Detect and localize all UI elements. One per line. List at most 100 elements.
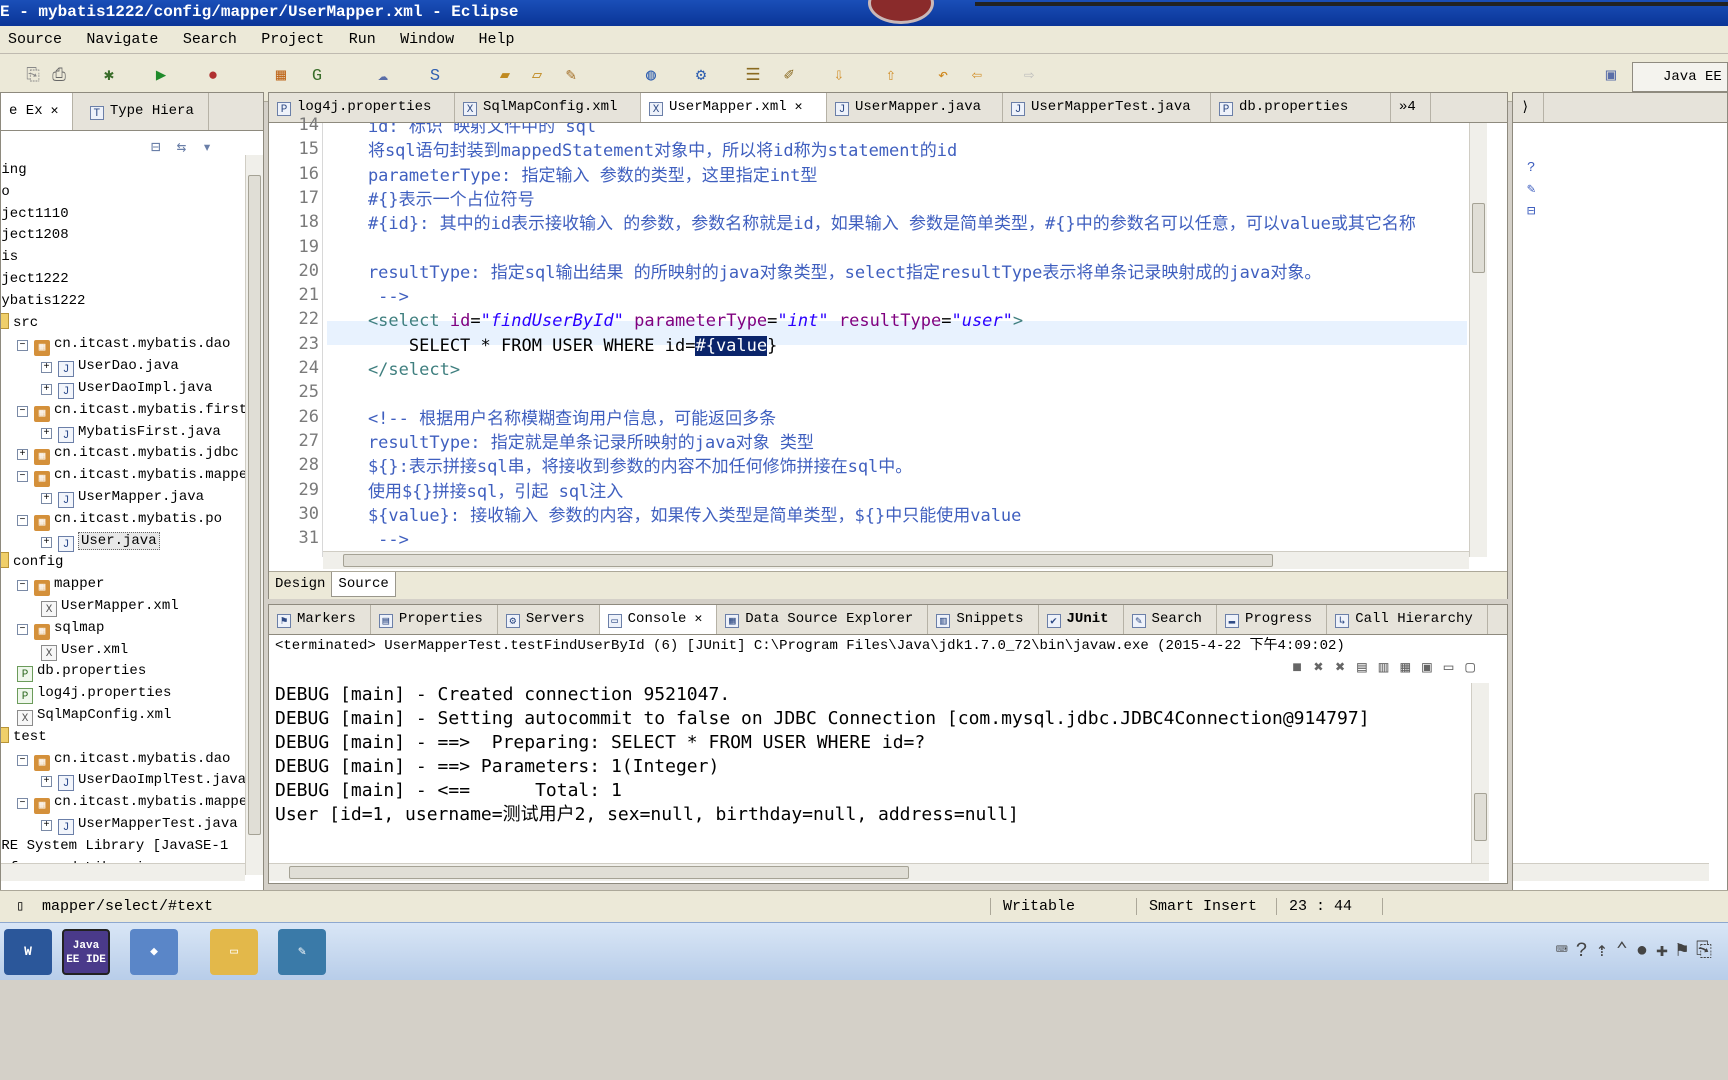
copy-tray-icon[interactable]: ⎘ (1696, 940, 1720, 963)
tree-item[interactable]: X SqlMapConfig.xml (17, 704, 171, 726)
print-icon[interactable]: ⎙ (48, 66, 70, 88)
new-server-icon[interactable]: ☁ (372, 66, 394, 88)
terminate-icon[interactable]: ■ (1292, 659, 1314, 677)
word-taskbar-icon[interactable]: W (4, 929, 52, 975)
tree-item[interactable]: ring (1, 163, 27, 181)
tree-item[interactable]: oject1208 (1, 224, 69, 246)
editor-tab-overflow[interactable]: »4 (1391, 93, 1431, 122)
external-tools-icon[interactable]: ⚙ (690, 66, 712, 88)
eclipse-taskbar-icon[interactable]: Java EE IDE (62, 929, 110, 975)
edit-icon[interactable]: ✎ (1527, 179, 1535, 201)
input-icon[interactable]: ⇡ (1596, 940, 1616, 963)
tree-item[interactable]: − ▦ cn.itcast.mybatis.first (17, 399, 245, 422)
console-tab[interactable]: ▬ Progress (1217, 605, 1328, 634)
open-perspective-icon[interactable]: ▣ (1600, 66, 1622, 88)
help-icon[interactable]: ? (1527, 157, 1535, 179)
close-icon[interactable]: ✕ (694, 611, 702, 626)
menu-navigate[interactable]: Navigate (78, 26, 166, 48)
debug-icon[interactable]: ✱ (98, 66, 120, 88)
new-package-icon[interactable]: ▦ (270, 66, 292, 88)
open-type-icon[interactable]: ▱ (526, 66, 548, 88)
editor-hscrollbar[interactable] (323, 551, 1469, 569)
tab-design[interactable]: Design (269, 572, 331, 596)
console-tab[interactable]: ▦ Data Source Explorer (717, 605, 929, 634)
outline-tab[interactable]: ⟩ (1513, 93, 1545, 122)
open-folder-icon[interactable]: ▰ (494, 66, 516, 88)
collapse-icon[interactable]: − (17, 340, 28, 352)
tree-item[interactable]: + J UserDao.java (41, 355, 179, 378)
expand-icon[interactable]: ⌃ (1616, 940, 1636, 963)
task-icon[interactable]: ☰ (742, 66, 764, 88)
console-tab[interactable]: ▥ Snippets (928, 605, 1039, 634)
tree-item[interactable]: X UserMapper.xml (41, 595, 179, 617)
tree-item[interactable]: oject1110 (1, 203, 69, 225)
tab-source[interactable]: Source (331, 572, 396, 597)
menu-run[interactable]: Run (341, 26, 384, 48)
editor-tab[interactable]: X UserMapper.xml ✕ (641, 93, 827, 122)
explorer-taskbar-icon[interactable]: ▭ (210, 929, 258, 975)
editor-tab[interactable]: J UserMapper.java (827, 93, 1003, 122)
perspective-java-ee[interactable]: Java EE (1632, 62, 1728, 92)
expand-icon[interactable]: + (41, 493, 52, 504)
collapse-icon[interactable]: − (17, 471, 28, 483)
back-icon[interactable]: ⇦ (966, 66, 988, 88)
menu-window[interactable]: Window (392, 26, 462, 48)
tree-item[interactable]: − ▦ cn.itcast.mybatis.po (17, 508, 222, 531)
tree-item[interactable]: mybatis1222 (1, 290, 85, 312)
open-console-icon[interactable]: ▢ (1465, 659, 1487, 677)
tree-item[interactable]: Plog4j.properties (17, 682, 171, 705)
tree-item[interactable]: ro (1, 181, 10, 203)
scroll-lock-icon[interactable]: ▥ (1379, 659, 1401, 677)
flag-icon[interactable]: ⚑ (1676, 940, 1696, 963)
console-tab[interactable]: ✔ JUnit (1039, 605, 1124, 634)
editor-vscrollbar[interactable] (1469, 123, 1487, 557)
console-tab[interactable]: ▤ Properties (371, 605, 498, 634)
tree-item[interactable]: dis (1, 246, 18, 268)
collapse-icon[interactable]: − (17, 514, 28, 526)
close-icon[interactable]: ✕ (795, 99, 803, 114)
tree-item[interactable]: test (1, 726, 47, 748)
collapse-all-icon[interactable]: ⊟ (151, 139, 177, 157)
collapse-icon[interactable]: − (17, 798, 28, 810)
next-annotation-icon[interactable]: ⇩ (828, 66, 850, 88)
run-external-icon[interactable]: ● (202, 66, 224, 88)
editor-tab[interactable]: J UserMapperTest.java (1003, 93, 1211, 122)
forward-icon[interactable]: ⇨ (1018, 66, 1040, 88)
keyboard-icon[interactable]: ⌨ (1556, 940, 1576, 963)
clear-console-icon[interactable]: ▤ (1357, 659, 1379, 677)
tree-item[interactable]: + J UserMapper.java (41, 486, 204, 508)
new-wizard-icon[interactable]: S (424, 66, 446, 88)
editor-tab[interactable]: Pdb.properties (1211, 93, 1391, 122)
console-tab[interactable]: ⚑ Markers (269, 605, 371, 634)
menu-source[interactable]: Source (0, 26, 70, 48)
tree-item[interactable]: − ▦ cn.itcast.mybatis.dao (17, 333, 230, 357)
tree-item[interactable]: − ▦ mapper (17, 573, 104, 597)
collapse-icon[interactable]: − (17, 580, 28, 592)
collapse-icon[interactable]: − (17, 623, 28, 635)
expand-icon[interactable]: + (17, 449, 28, 461)
tree-item[interactable]: JRE System Library [JavaSE-1 (1, 835, 228, 857)
console-tab[interactable]: ⚙ Servers (498, 605, 600, 634)
tree-item[interactable]: − ▦ cn.itcast.mybatis.mapper (17, 791, 245, 815)
menu-search[interactable]: Search (175, 26, 245, 48)
tree-item[interactable]: + J UserDaoImplTest.java (41, 769, 245, 792)
network-icon[interactable]: ✚ (1656, 940, 1676, 963)
tree-item[interactable]: − ▦ cn.itcast.mybatis.dao (17, 748, 230, 771)
tree-item[interactable]: config (1, 551, 63, 573)
collapse-icon[interactable]: − (17, 754, 28, 766)
view-menu-icon[interactable]: ▾ (202, 139, 228, 157)
expand-icon[interactable]: + (41, 362, 52, 374)
console-tab[interactable]: ✎ Search (1124, 605, 1217, 634)
expand-icon[interactable]: + (41, 820, 52, 831)
console-tab[interactable]: ↳ Call Hierarchy (1327, 605, 1488, 634)
tree-item[interactable]: + J User.java (41, 530, 160, 552)
annotation-icon[interactable]: ✐ (778, 66, 800, 88)
tree-node-icon[interactable]: ⊟ (1527, 201, 1535, 223)
expand-icon[interactable]: + (41, 384, 52, 395)
word-wrap-icon[interactable]: ▦ (1400, 659, 1422, 677)
console-tab[interactable]: ▭ Console ✕ (599, 605, 718, 634)
link-editor-icon[interactable]: ⇆ (177, 139, 203, 157)
expand-icon[interactable]: + (41, 536, 52, 548)
tree-item[interactable]: + J MybatisFirst.java (41, 421, 221, 443)
tree-item[interactable]: oject1222 (1, 268, 69, 290)
